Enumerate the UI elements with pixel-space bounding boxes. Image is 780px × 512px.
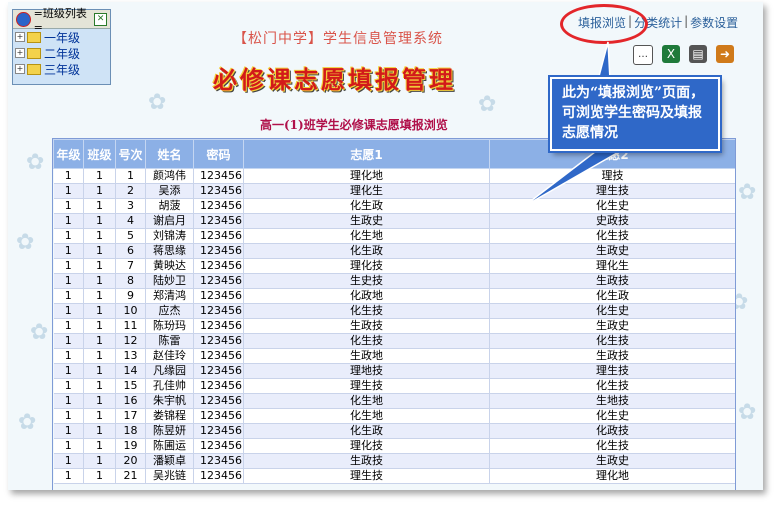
page-frame: ✿ ✿ ✿ ✿ ✿ ✿ ✿ ✿ ✿ =班级列表= ✕ + 一年级 + 二年级 +… <box>8 2 763 490</box>
annotation-callout: 此为“填报浏览”页面，可浏览学生密码及填报志愿情况 <box>550 77 720 151</box>
callout-pointer <box>522 41 639 208</box>
